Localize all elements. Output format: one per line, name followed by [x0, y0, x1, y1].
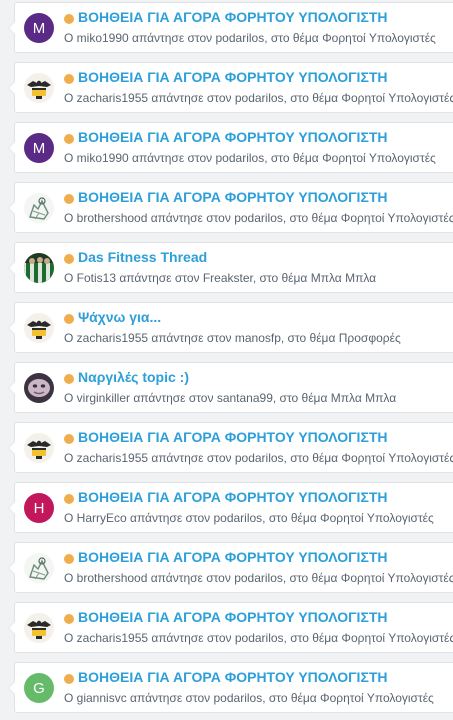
activity-text: Ο miko1990 απάντησε στον podarilos, στο … [64, 31, 436, 45]
eagle-emblem-icon[interactable] [24, 73, 54, 103]
unread-indicator-icon [64, 74, 74, 84]
activity-item[interactable]: M ΒΟΗΘΕΙΑ ΓΙΑ ΑΓΟΡΑ ΦΟΡΗΤΟΥ ΥΠΟΛΟΓΙΣΤΗ Ο… [8, 2, 453, 53]
activity-text: Ο zacharis1955 απάντησε στον podarilos, … [64, 631, 453, 645]
topic-title-link[interactable]: ΒΟΗΘΕΙΑ ΓΙΑ ΑΓΟΡΑ ΦΟΡΗΤΟΥ ΥΠΟΛΟΓΙΣΤΗ [78, 549, 388, 565]
topic-title-link[interactable]: ΒΟΗΘΕΙΑ ΓΙΑ ΑΓΟΡΑ ΦΟΡΗΤΟΥ ΥΠΟΛΟΓΙΣΤΗ [78, 429, 388, 445]
activity-item[interactable]: ΒΟΗΘΕΙΑ ΓΙΑ ΑΓΟΡΑ ΦΟΡΗΤΟΥ ΥΠΟΛΟΓΙΣΤΗ Ο z… [8, 602, 453, 653]
activity-item[interactable]: G ΒΟΗΘΕΙΑ ΓΙΑ ΑΓΟΡΑ ΦΟΡΗΤΟΥ ΥΠΟΛΟΓΙΣΤΗ Ο… [8, 662, 453, 713]
eagle-emblem-icon[interactable] [24, 313, 54, 343]
unread-indicator-icon [64, 674, 74, 684]
activity-text: Ο virginkiller απάντησε στον santana99, … [64, 391, 397, 405]
activity-item[interactable]: M ΒΟΗΘΕΙΑ ΓΙΑ ΑΓΟΡΑ ΦΟΡΗΤΟΥ ΥΠΟΛΟΓΙΣΤΗ Ο… [8, 122, 453, 173]
activity-item[interactable]: Ψάχνω για... Ο zacharis1955 απάντησε στο… [8, 302, 453, 353]
unread-indicator-icon [64, 374, 74, 384]
sketch-figure-icon[interactable] [24, 193, 54, 223]
unread-indicator-icon [64, 614, 74, 624]
activity-feed: M ΒΟΗΘΕΙΑ ΓΙΑ ΑΓΟΡΑ ΦΟΡΗΤΟΥ ΥΠΟΛΟΓΙΣΤΗ Ο… [0, 0, 453, 720]
topic-title-link[interactable]: ΒΟΗΘΕΙΑ ΓΙΑ ΑΓΟΡΑ ΦΟΡΗΤΟΥ ΥΠΟΛΟΓΙΣΤΗ [78, 189, 388, 205]
unread-indicator-icon [64, 254, 74, 264]
topic-title-link[interactable]: ΒΟΗΘΕΙΑ ΓΙΑ ΑΓΟΡΑ ΦΟΡΗΤΟΥ ΥΠΟΛΟΓΙΣΤΗ [78, 669, 388, 685]
activity-item[interactable]: ΒΟΗΘΕΙΑ ΓΙΑ ΑΓΟΡΑ ΦΟΡΗΤΟΥ ΥΠΟΛΟΓΙΣΤΗ Ο b… [8, 542, 453, 593]
unread-indicator-icon [64, 434, 74, 444]
topic-title-link[interactable]: ΒΟΗΘΕΙΑ ΓΙΑ ΑΓΟΡΑ ΦΟΡΗΤΟΥ ΥΠΟΛΟΓΙΣΤΗ [78, 129, 388, 145]
activity-text: Ο giannisvc απάντησε στον podarilos, στο… [64, 691, 434, 705]
topic-title-link[interactable]: Ναργιλές topic :) [78, 369, 189, 385]
activity-item[interactable]: Das Fitness Thread Ο Fotis13 απάντησε στ… [8, 242, 453, 293]
unread-indicator-icon [64, 554, 74, 564]
avatar[interactable]: M [24, 13, 54, 43]
activity-text: Ο miko1990 απάντησε στον podarilos, στο … [64, 151, 436, 165]
activity-text: Ο HarryEco απάντησε στον podarilos, στο … [64, 511, 434, 525]
topic-title-link[interactable]: ΒΟΗΘΕΙΑ ΓΙΑ ΑΓΟΡΑ ΦΟΡΗΤΟΥ ΥΠΟΛΟΓΙΣΤΗ [78, 609, 388, 625]
activity-item[interactable]: ΒΟΗΘΕΙΑ ΓΙΑ ΑΓΟΡΑ ΦΟΡΗΤΟΥ ΥΠΟΛΟΓΙΣΤΗ Ο z… [8, 422, 453, 473]
activity-item[interactable]: ΒΟΗΘΕΙΑ ΓΙΑ ΑΓΟΡΑ ΦΟΡΗΤΟΥ ΥΠΟΛΟΓΙΣΤΗ Ο z… [8, 62, 453, 113]
avatar[interactable]: H [24, 493, 54, 523]
sketch-figure-icon[interactable] [24, 553, 54, 583]
unread-indicator-icon [64, 494, 74, 504]
face-photo-icon[interactable] [24, 373, 54, 403]
eagle-emblem-icon[interactable] [24, 433, 54, 463]
unread-indicator-icon [64, 134, 74, 144]
activity-text: Ο zacharis1955 απάντησε στον podarilos, … [64, 451, 453, 465]
team-photo-icon[interactable] [24, 253, 54, 283]
topic-title-link[interactable]: ΒΟΗΘΕΙΑ ΓΙΑ ΑΓΟΡΑ ΦΟΡΗΤΟΥ ΥΠΟΛΟΓΙΣΤΗ [78, 9, 388, 25]
topic-title-link[interactable]: Das Fitness Thread [78, 249, 207, 265]
eagle-emblem-icon[interactable] [24, 613, 54, 643]
topic-title-link[interactable]: Ψάχνω για... [78, 309, 161, 325]
activity-text: Ο zacharis1955 απάντησε στον manosfp, στ… [64, 331, 401, 345]
topic-title-link[interactable]: ΒΟΗΘΕΙΑ ΓΙΑ ΑΓΟΡΑ ΦΟΡΗΤΟΥ ΥΠΟΛΟΓΙΣΤΗ [78, 489, 388, 505]
topic-title-link[interactable]: ΒΟΗΘΕΙΑ ΓΙΑ ΑΓΟΡΑ ΦΟΡΗΤΟΥ ΥΠΟΛΟΓΙΣΤΗ [78, 69, 388, 85]
activity-text: Ο brothershood απάντησε στον podarilos, … [64, 571, 453, 585]
activity-text: Ο Fotis13 απάντησε στον Freakster, στο θ… [64, 271, 377, 285]
unread-indicator-icon [64, 194, 74, 204]
avatar[interactable]: G [24, 673, 54, 703]
unread-indicator-icon [64, 14, 74, 24]
activity-item[interactable]: Ναργιλές topic :) Ο virginkiller απάντησ… [8, 362, 453, 413]
activity-item[interactable]: ΒΟΗΘΕΙΑ ΓΙΑ ΑΓΟΡΑ ΦΟΡΗΤΟΥ ΥΠΟΛΟΓΙΣΤΗ Ο b… [8, 182, 453, 233]
activity-text: Ο zacharis1955 απάντησε στον podarilos, … [64, 91, 453, 105]
unread-indicator-icon [64, 314, 74, 324]
activity-text: Ο brothershood απάντησε στον podarilos, … [64, 211, 453, 225]
avatar[interactable]: M [24, 133, 54, 163]
activity-item[interactable]: H ΒΟΗΘΕΙΑ ΓΙΑ ΑΓΟΡΑ ΦΟΡΗΤΟΥ ΥΠΟΛΟΓΙΣΤΗ Ο… [8, 482, 453, 533]
